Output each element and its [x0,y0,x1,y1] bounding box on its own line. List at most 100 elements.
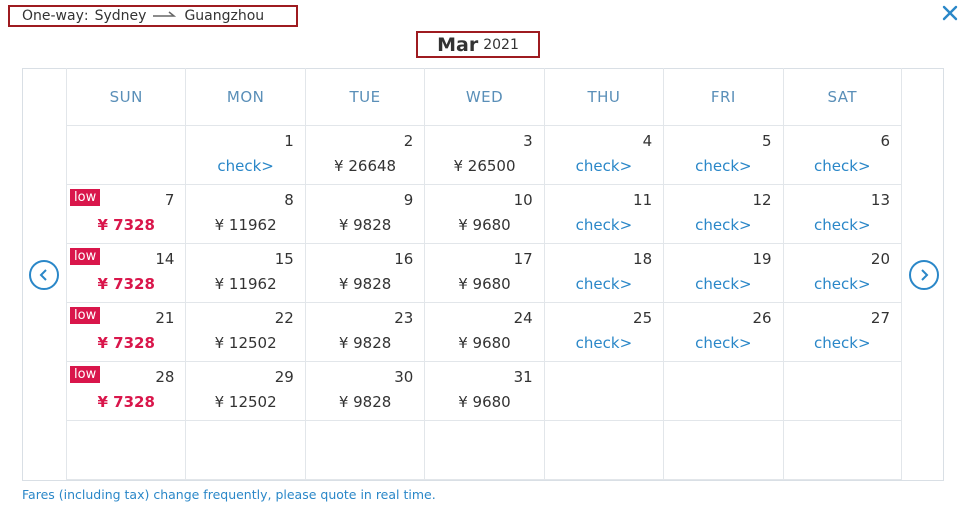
day-number: 28 [155,368,175,386]
day-cell[interactable]: 26 check> [663,303,783,362]
destination-city: Guangzhou [184,8,265,24]
day-cell[interactable]: 10 ¥ 9680 [424,185,544,244]
low-fare-badge: low [70,366,101,383]
day-cell[interactable]: low 28 ¥ 7328 [66,362,186,421]
day-cell[interactable]: 3 ¥ 26500 [424,126,544,185]
day-number: 11 [633,191,653,209]
check-fare-link[interactable]: check> [545,157,663,175]
day-number: 7 [164,191,175,209]
empty-day-cell [663,421,783,480]
day-cell[interactable]: 29 ¥ 12502 [185,362,305,421]
day-cell[interactable]: 6 check> [782,126,902,185]
day-cell[interactable]: 20 check> [782,244,902,303]
fare-price: ¥ 9680 [458,275,511,293]
day-number: 29 [274,368,294,386]
day-cell[interactable]: 15 ¥ 11962 [185,244,305,303]
day-number: 31 [513,368,533,386]
day-cell[interactable]: 27 check> [782,303,902,362]
day-cell[interactable]: 4 check> [543,126,664,185]
empty-day-cell [543,362,664,421]
day-cell[interactable]: 23 ¥ 9828 [304,303,425,362]
day-cell[interactable]: low 21 ¥ 7328 [66,303,186,362]
empty-day-cell [424,421,544,480]
day-cell[interactable]: 31 ¥ 9680 [424,362,544,421]
fare-price: ¥ 9828 [338,216,392,234]
check-fare-link[interactable]: check> [186,157,304,175]
day-number: 1 [284,132,294,150]
weekday-header: MON [185,68,305,126]
check-fare-link[interactable]: check> [784,216,901,234]
day-number: 2 [403,132,414,150]
check-fare-link[interactable]: check> [545,275,663,293]
day-number: 19 [752,250,772,268]
calendar-grid: SUN MON TUE WED THU FRI SAT 1 check> 2 ¥ 26… [66,68,902,481]
day-cell[interactable]: 1 check> [185,126,305,185]
arrow-right-icon [152,8,178,24]
day-number: 27 [870,309,890,327]
fare-price: ¥ 9680 [458,334,511,352]
chevron-left-circle-icon[interactable] [29,260,59,290]
day-cell[interactable]: low 14 ¥ 7328 [66,244,186,303]
day-cell[interactable]: 8 ¥ 11962 [185,185,305,244]
day-number: 9 [403,191,414,209]
check-fare-link[interactable]: check> [784,157,901,175]
empty-day-cell [782,421,902,480]
day-cell[interactable]: 12 check> [663,185,783,244]
day-number: 14 [155,250,175,268]
fare-price: ¥ 11962 [214,216,277,234]
check-fare-link[interactable]: check> [784,275,901,293]
day-cell[interactable]: 19 check> [663,244,783,303]
trip-type-colon: : [83,8,89,24]
day-number: 18 [633,250,653,268]
year: 2021 [483,36,519,53]
day-number: 26 [752,309,772,327]
day-cell[interactable]: 22 ¥ 12502 [185,303,305,362]
weekday-header: TUE [304,68,425,126]
day-number: 5 [762,132,772,150]
day-cell[interactable]: 5 check> [663,126,783,185]
chevron-right-circle-icon[interactable] [909,260,939,290]
day-number: 6 [880,132,890,150]
day-number: 4 [642,132,653,150]
day-number: 21 [155,309,175,327]
check-fare-link[interactable]: check> [784,334,901,352]
empty-day-cell [66,421,186,480]
check-fare-link[interactable]: check> [664,157,782,175]
empty-day-cell [304,421,425,480]
month-name: Mar [437,33,479,56]
day-cell[interactable]: 2 ¥ 26648 [304,126,425,185]
day-cell[interactable]: 11 check> [543,185,664,244]
day-cell[interactable]: 24 ¥ 9680 [424,303,544,362]
fare-price: ¥ 9680 [458,393,511,411]
check-fare-link[interactable]: check> [545,334,663,352]
weekday-header: SUN [66,68,186,126]
day-cell[interactable]: 25 check> [543,303,664,362]
day-cell[interactable]: 9 ¥ 9828 [304,185,425,244]
day-cell[interactable]: 13 check> [782,185,902,244]
fare-price: ¥ 12502 [214,393,277,411]
check-fare-link[interactable]: check> [664,334,782,352]
day-cell[interactable]: 16 ¥ 9828 [304,244,425,303]
low-fare-badge: low [70,307,101,324]
fare-price: ¥ 26648 [334,157,397,175]
day-number: 30 [394,368,414,386]
origin-city: Sydney [94,8,147,24]
day-number: 25 [633,309,653,327]
weekday-header: WED [424,68,544,126]
day-cell[interactable]: low 7 ¥ 7328 [66,185,186,244]
check-fare-link[interactable]: check> [664,216,782,234]
day-cell[interactable]: 18 check> [543,244,664,303]
fare-price: ¥ 7328 [97,334,155,352]
fare-price: ¥ 26500 [453,157,516,175]
close-icon[interactable] [942,2,958,27]
low-fare-badge: low [70,189,101,206]
day-cell[interactable]: 17 ¥ 9680 [424,244,544,303]
day-number: 23 [394,309,414,327]
check-fare-link[interactable]: check> [545,216,663,234]
fare-disclaimer: Fares (including tax) change frequently,… [22,487,436,502]
day-number: 22 [274,309,294,327]
day-number: 20 [870,250,890,268]
day-cell[interactable]: 30 ¥ 9828 [304,362,425,421]
check-fare-link[interactable]: check> [664,275,782,293]
weekday-header: SAT [782,68,902,126]
